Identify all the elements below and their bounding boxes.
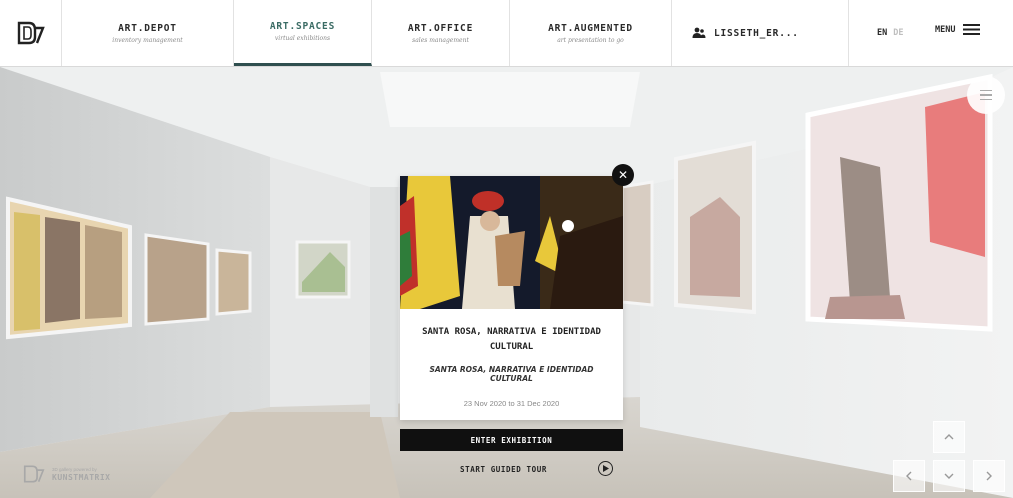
- exhibition-artwork-picture: [400, 176, 623, 309]
- nav-art-office[interactable]: ART.OFFICE sales management: [372, 0, 510, 66]
- nav-art-augmented-label: ART.AUGMENTED: [548, 22, 633, 34]
- chevron-right-icon: [986, 471, 992, 481]
- start-guided-tour-button[interactable]: START GUIDED TOUR: [460, 461, 620, 477]
- kunstmatrix-watermark[interactable]: 3D gallery powered by KUNSTMATRIX: [22, 464, 110, 484]
- lang-de-option[interactable]: DE: [893, 28, 903, 38]
- chevron-up-icon: [944, 434, 954, 440]
- start-guided-tour-label: START GUIDED TOUR: [460, 464, 547, 474]
- move-left-button[interactable]: [893, 460, 925, 492]
- lang-en-option[interactable]: EN: [877, 28, 887, 38]
- close-popup-button[interactable]: ✕: [612, 164, 634, 186]
- brand-text: 3D gallery powered by KUNSTMATRIX: [52, 467, 110, 482]
- exhibition-preview-image: [400, 176, 623, 309]
- enter-exhibition-label: ENTER EXHIBITION: [470, 435, 553, 445]
- kunstmatrix-logo-icon: [23, 465, 45, 483]
- top-navigation-bar: ART.DEPOT inventory management ART.SPACE…: [0, 0, 1013, 67]
- hamburger-icon-line: [980, 94, 992, 96]
- nav-art-office-label: ART.OFFICE: [407, 22, 474, 34]
- language-switcher: EN DE: [877, 28, 904, 38]
- hamburger-icon-line: [980, 98, 992, 101]
- exhibition-dates: 23 Nov 2020 to 31 Dec 2020: [463, 399, 560, 408]
- nav-art-depot-sub: inventory management: [112, 36, 183, 44]
- user-name: LISSETH_ER...: [714, 27, 799, 39]
- hamburger-menu-icon: [963, 24, 981, 35]
- menu-label: MENU: [935, 24, 956, 35]
- chevron-down-icon: [944, 473, 954, 479]
- exhibition-info-card: SANTA ROSA, NARRATIVA E IDENTIDAD CULTUR…: [400, 176, 623, 420]
- move-forward-button[interactable]: [933, 421, 965, 453]
- user-account-button[interactable]: LISSETH_ER...: [672, 0, 849, 66]
- enter-exhibition-button[interactable]: ENTER EXHIBITION: [400, 429, 623, 451]
- kunstmatrix-logo[interactable]: [0, 0, 62, 66]
- chevron-left-icon: [906, 471, 912, 481]
- nav-art-spaces[interactable]: ART.SPACES virtual exhibitions: [234, 0, 372, 66]
- move-back-button[interactable]: [933, 460, 965, 492]
- brand-name: KUNSTMATRIX: [52, 472, 111, 482]
- nav-art-office-sub: sales management: [412, 36, 469, 44]
- nav-art-depot-label: ART.DEPOT: [118, 22, 177, 34]
- nav-art-spaces-label: ART.SPACES: [269, 21, 336, 32]
- main-menu-button[interactable]: MENU: [935, 24, 981, 35]
- scene-menu-button[interactable]: [967, 76, 1005, 114]
- move-right-button[interactable]: [973, 460, 1005, 492]
- nav-art-depot[interactable]: ART.DEPOT inventory management: [62, 0, 234, 66]
- nav-art-spaces-sub: virtual exhibitions: [274, 35, 331, 42]
- nav-art-augmented[interactable]: ART.AUGMENTED art presentation to go: [510, 0, 672, 66]
- user-group-icon: [692, 27, 706, 38]
- exhibition-subtitle: SANTA ROSA, NARRATIVA E IDENTIDAD CULTUR…: [429, 365, 594, 383]
- exhibition-title: SANTA ROSA, NARRATIVA E IDENTIDAD CULTUR…: [422, 327, 601, 352]
- play-circle-icon: [598, 461, 613, 476]
- hamburger-icon: [980, 89, 992, 92]
- close-icon: ✕: [617, 168, 629, 182]
- nav-art-augmented-sub: art presentation to go: [557, 36, 624, 44]
- kunstmatrix-logo-icon: [17, 21, 45, 45]
